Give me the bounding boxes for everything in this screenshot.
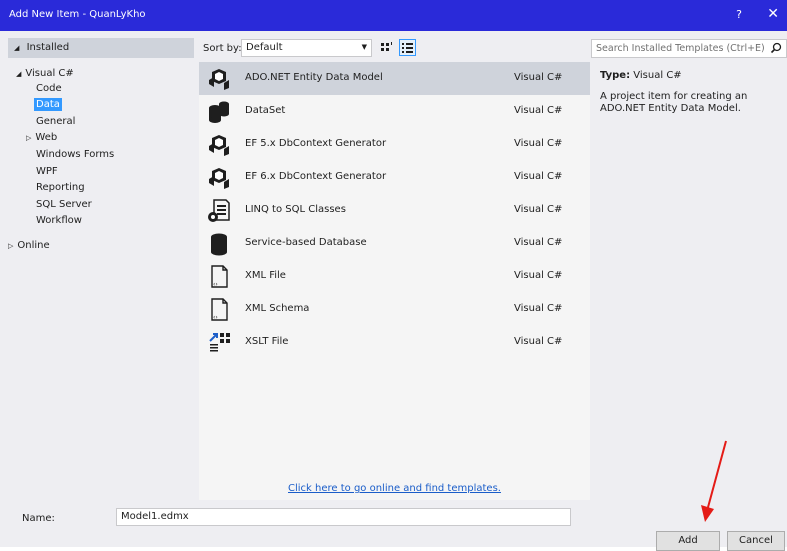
linq-sql-icon [208,199,230,222]
name-field[interactable]: Model1.edmx [116,508,571,526]
svg-text:‹›: ‹› [213,314,218,321]
template-row[interactable]: ‹› XML File Visual C# [199,260,590,293]
tree-item-workflow[interactable]: Workflow [36,214,82,227]
template-language: Visual C# [514,204,563,215]
type-label: Type: [600,70,631,81]
search-placeholder: Search Installed Templates (Ctrl+E) [596,43,765,54]
template-row[interactable]: ‹› XML Schema Visual C# [199,293,590,326]
add-button[interactable]: Add [656,531,720,551]
template-name: EF 6.x DbContext Generator [245,171,387,182]
tree-item-code[interactable]: Code [36,82,62,95]
template-row[interactable]: EF 5.x DbContext Generator Visual C# [199,128,590,161]
template-type: Type: Visual C# [600,70,682,81]
template-row[interactable]: EF 6.x DbContext Generator Visual C# [199,161,590,194]
dataset-icon [209,101,229,123]
xml-schema-icon: ‹› [211,298,228,321]
database-icon [211,233,227,256]
template-language: Visual C# [514,171,563,182]
grid-view-button[interactable] [378,39,395,56]
list-view-icon [402,43,413,53]
list-view-button[interactable] [399,39,416,56]
template-language: Visual C# [514,270,563,281]
template-language: Visual C# [514,72,563,83]
template-name: ADO.NET Entity Data Model [245,72,383,83]
tree-item-web[interactable]: ▷ Web [26,131,57,145]
template-row[interactable]: ADO.NET Entity Data Model Visual C# [199,62,590,95]
template-description: A project item for creating an ADO.NET E… [600,91,748,114]
entity-model-icon [209,69,229,90]
window-title: Add New Item - QuanLyKho [9,9,146,20]
template-name: Service-based Database [245,237,367,248]
help-button[interactable]: ? [736,8,742,21]
cancel-button[interactable]: Cancel [727,531,785,551]
svg-text:‹›: ‹› [213,281,218,288]
search-input[interactable]: Search Installed Templates (Ctrl+E) [591,39,787,58]
template-language: Visual C# [514,303,563,314]
tree-item-label: Web [35,132,58,143]
tree-item-data[interactable]: Data [34,98,62,111]
sort-by-dropdown[interactable]: Default ▼ [241,39,372,57]
collapsed-arrow-icon: ▷ [26,134,32,142]
expanded-arrow-icon: ◢ [16,70,22,78]
template-row[interactable]: DataSet Visual C# [199,95,590,128]
online-templates-link[interactable]: Click here to go online and find templat… [199,483,590,494]
template-language: Visual C# [514,138,563,149]
dialog-body: ◢ Installed ◢ Visual C# Code Data General… [0,31,787,551]
template-name: DataSet [245,105,286,116]
template-name: XML File [245,270,286,281]
installed-label: Installed [26,42,70,53]
tree-item-reporting[interactable]: Reporting [36,181,85,194]
template-name: EF 5.x DbContext Generator [245,138,387,149]
sort-by-value: Default [246,42,283,53]
tree-item-sql-server[interactable]: SQL Server [36,198,92,211]
sort-by-label: Sort by: [203,43,242,54]
type-value: Visual C# [633,70,682,81]
tree-item-windows-forms[interactable]: Windows Forms [36,148,114,161]
template-row[interactable]: XSLT File Visual C# [199,326,590,359]
tree-item-label: Visual C# [25,68,74,79]
template-row[interactable]: LINQ to SQL Classes Visual C# [199,194,590,227]
tree-item-visual-csharp[interactable]: ◢ Visual C# [16,67,74,81]
template-name: LINQ to SQL Classes [245,204,346,215]
tree-item-online[interactable]: ▷ Online [8,239,50,253]
ef-generator-icon [209,168,229,189]
installed-header[interactable]: ◢ Installed [8,38,194,58]
template-list: ADO.NET Entity Data Model Visual C# Data… [199,62,590,500]
template-name: XSLT File [245,336,289,347]
template-name: XML Schema [245,303,310,314]
tree-item-wpf[interactable]: WPF [36,165,58,178]
collapse-arrow-icon: ◢ [14,44,20,52]
search-icon [770,42,782,54]
grid-view-icon [381,42,392,51]
collapsed-arrow-icon: ▷ [8,242,14,250]
template-row[interactable]: Service-based Database Visual C# [199,227,590,260]
tree-item-label: Online [17,240,50,251]
template-language: Visual C# [514,336,563,347]
name-label: Name: [22,513,55,524]
ef-generator-icon [209,135,229,156]
chevron-down-icon: ▼ [361,43,367,51]
xslt-file-icon [209,333,230,352]
xml-file-icon: ‹› [211,265,228,288]
template-language: Visual C# [514,237,563,248]
title-bar: Add New Item - QuanLyKho ? ✕ [0,0,787,31]
tree-item-general[interactable]: General [36,115,75,128]
template-language: Visual C# [514,105,563,116]
close-button[interactable]: ✕ [767,6,779,22]
